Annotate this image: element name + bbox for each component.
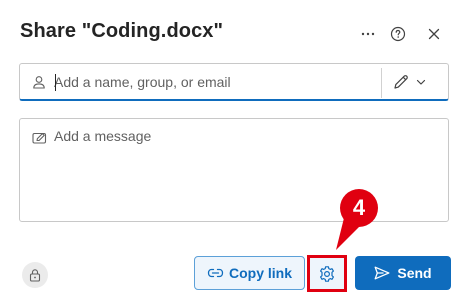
text-caret: [55, 74, 56, 91]
close-icon: [428, 28, 440, 40]
copy-link-label: Copy link: [228, 265, 292, 281]
sharing-settings-button[interactable]: [307, 255, 347, 292]
permission-divider: [381, 68, 382, 98]
lock-icon: [29, 269, 41, 282]
message-icon: [32, 132, 47, 144]
send-button[interactable]: Send: [355, 256, 451, 290]
help-icon: [390, 26, 406, 42]
chevron-down-icon: [416, 79, 426, 85]
link-settings-lock-button[interactable]: [22, 262, 48, 288]
message-field[interactable]: [19, 118, 449, 222]
pencil-icon: [394, 75, 408, 89]
recipient-field[interactable]: [19, 63, 449, 101]
send-label: Send: [397, 265, 432, 281]
gear-icon: [320, 265, 334, 282]
dialog-title: Share "Coding.docx": [20, 20, 224, 42]
recipient-input[interactable]: [54, 70, 374, 94]
step-number-label: 4: [352, 195, 366, 220]
link-icon: [207, 268, 224, 278]
more-options-button[interactable]: [356, 22, 380, 46]
help-button[interactable]: [386, 22, 410, 46]
copy-link-button[interactable]: Copy link: [194, 256, 305, 290]
send-icon: [374, 266, 390, 280]
more-icon: [361, 32, 375, 36]
close-button[interactable]: [422, 22, 446, 46]
permission-dropdown-button[interactable]: [392, 70, 442, 94]
person-icon: [33, 76, 45, 89]
